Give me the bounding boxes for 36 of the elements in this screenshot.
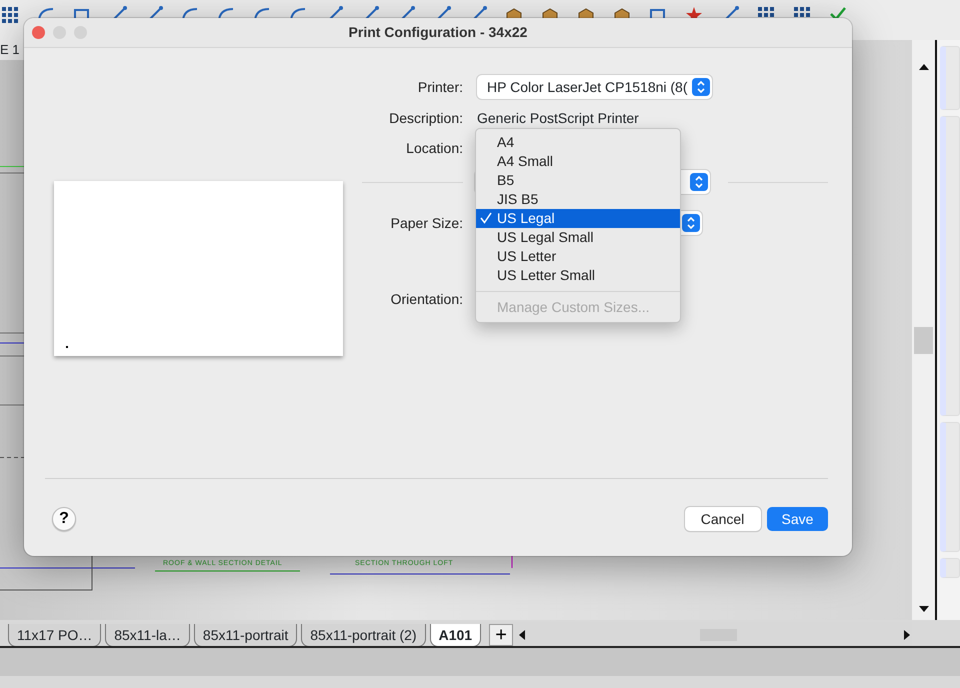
menu-item[interactable]: US Letter Small bbox=[476, 266, 680, 285]
add-tab-button[interactable]: + bbox=[489, 624, 514, 646]
menu-item[interactable]: A4 Small bbox=[476, 152, 680, 171]
field-label: Location: bbox=[405, 139, 463, 158]
field-label: Printer: bbox=[416, 78, 463, 96]
field-label: Paper Size: bbox=[390, 214, 463, 233]
popup-arrows-icon[interactable] bbox=[690, 173, 708, 191]
close-button[interactable] bbox=[32, 26, 45, 39]
scroll-down-arrow-icon[interactable] bbox=[918, 605, 930, 614]
description-value: Generic PostScript Printer bbox=[477, 109, 639, 128]
printer-popup[interactable]: HP Color LaserJet CP1518ni (8( bbox=[477, 75, 712, 99]
save-button[interactable]: Save bbox=[767, 507, 828, 531]
sheet-tab[interactable]: 85x11-portrait bbox=[194, 624, 298, 646]
menu-item[interactable]: B5 bbox=[476, 171, 680, 190]
sheet-tab[interactable]: 85x11-la… bbox=[105, 624, 190, 646]
menu-item[interactable]: A4 bbox=[476, 133, 680, 152]
sheet-tab[interactable]: 11x17 PO… bbox=[8, 624, 102, 646]
popup-arrows-icon[interactable] bbox=[682, 214, 700, 232]
field-label: Description: bbox=[388, 109, 463, 128]
grid-icon[interactable] bbox=[0, 5, 20, 25]
scroll-left-arrow-icon[interactable] bbox=[517, 629, 526, 641]
menu-item[interactable]: JIS B5 bbox=[476, 190, 680, 209]
menu-item[interactable]: US Legal Small bbox=[476, 228, 680, 247]
checkmark-icon bbox=[480, 212, 492, 224]
help-button[interactable]: ? bbox=[52, 507, 76, 531]
scroll-thumb[interactable] bbox=[914, 327, 933, 354]
window-title: Print Configuration - 34x22 bbox=[348, 23, 528, 42]
sheet-tab[interactable]: A101 bbox=[430, 624, 482, 646]
cancel-button[interactable]: Cancel bbox=[684, 507, 760, 531]
scroll-right-arrow-icon[interactable] bbox=[903, 629, 912, 641]
scroll-up-arrow-icon[interactable] bbox=[918, 62, 930, 71]
field-label: Orientation: bbox=[390, 290, 463, 309]
menu-item[interactable]: US Letter bbox=[476, 247, 680, 266]
menu-item[interactable]: US Legal bbox=[476, 209, 680, 228]
popup-arrows-icon[interactable] bbox=[692, 78, 710, 96]
sheet-tab[interactable]: 85x11-portrait (2) bbox=[301, 624, 426, 646]
